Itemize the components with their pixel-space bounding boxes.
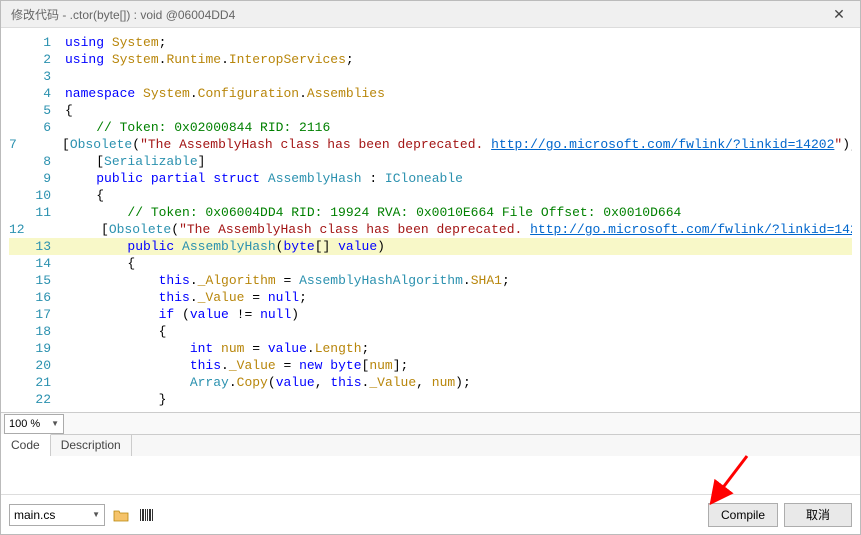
barcode-icon[interactable] [137,505,157,525]
line-number: 19 [9,340,65,357]
code-line[interactable]: 4namespace System.Configuration.Assembli… [9,85,852,102]
line-content: this._Algorithm = AssemblyHashAlgorithm.… [65,272,852,289]
line-number: 18 [9,323,65,340]
zoom-combo[interactable]: 100 % ▼ [4,414,64,434]
line-number: 6 [9,119,65,136]
code-line[interactable]: 9 public partial struct AssemblyHash : I… [9,170,852,187]
line-content: [Obsolete("The AssemblyHash class has be… [31,136,852,153]
code-line[interactable]: 11 // Token: 0x06004DD4 RID: 19924 RVA: … [9,204,852,221]
line-number: 9 [9,170,65,187]
line-number: 11 [9,204,65,221]
code-line[interactable]: 1using System; [9,34,852,51]
line-content [65,68,852,85]
line-number: 15 [9,272,65,289]
code-line[interactable]: 17 if (value != null) [9,306,852,323]
code-line[interactable]: 21 Array.Copy(value, this._Value, num); [9,374,852,391]
code-line[interactable]: 3 [9,68,852,85]
line-content: { [65,102,852,119]
line-number: 5 [9,102,65,119]
line-number: 17 [9,306,65,323]
line-content: { [65,187,852,204]
line-content: this._Value = null; [65,289,852,306]
line-content: this._Value = new byte[num]; [65,357,852,374]
close-icon[interactable]: ✕ [824,6,854,23]
line-number: 16 [9,289,65,306]
line-number: 22 [9,391,65,406]
line-number: 14 [9,255,65,272]
chevron-down-icon: ▼ [92,510,100,519]
zoom-row: 100 % ▼ [1,412,860,434]
code-line[interactable]: 12 [Obsolete("The AssemblyHash class has… [9,221,852,238]
line-number: 10 [9,187,65,204]
line-content: Array.Copy(value, this._Value, num); [65,374,852,391]
line-content: } [65,391,852,406]
line-content: [Serializable] [65,153,852,170]
chevron-down-icon: ▼ [51,419,59,428]
code-line[interactable]: 22 } [9,391,852,406]
line-content: // Token: 0x06004DD4 RID: 19924 RVA: 0x0… [65,204,852,221]
code-line[interactable]: 7 [Obsolete("The AssemblyHash class has … [9,136,852,153]
open-folder-icon[interactable] [111,505,131,525]
editor-area: 1using System;2using System.Runtime.Inte… [1,28,860,412]
code-line[interactable]: 5{ [9,102,852,119]
line-number: 1 [9,34,65,51]
code-line[interactable]: 6 // Token: 0x02000844 RID: 2116 [9,119,852,136]
line-number: 12 [9,221,39,238]
code-line[interactable]: 14 { [9,255,852,272]
spacer-area [1,456,860,494]
line-content: if (value != null) [65,306,852,323]
bottom-bar: main.cs ▼ Compile 取消 [1,494,860,534]
title-bar: 修改代码 - .ctor(byte[]) : void @06004DD4 ✕ [1,1,860,28]
code-line[interactable]: 13 public AssemblyHash(byte[] value) [9,238,852,255]
file-combo[interactable]: main.cs ▼ [9,504,105,526]
line-content: // Token: 0x02000844 RID: 2116 [65,119,852,136]
line-number: 4 [9,85,65,102]
code-line[interactable]: 8 [Serializable] [9,153,852,170]
line-content: using System; [65,34,852,51]
line-content: { [65,255,852,272]
window-title: 修改代码 - .ctor(byte[]) : void @06004DD4 [11,6,824,23]
line-number: 13 [9,238,65,255]
line-content: int num = value.Length; [65,340,852,357]
code-line[interactable]: 2using System.Runtime.InteropServices; [9,51,852,68]
line-number: 20 [9,357,65,374]
tabs-row: Code Description [1,434,860,456]
line-content: namespace System.Configuration.Assemblie… [65,85,852,102]
code-line[interactable]: 16 this._Value = null; [9,289,852,306]
dialog-window: 修改代码 - .ctor(byte[]) : void @06004DD4 ✕ … [0,0,861,535]
file-name: main.cs [14,508,55,522]
line-content: public partial struct AssemblyHash : ICl… [65,170,852,187]
code-line[interactable]: 19 int num = value.Length; [9,340,852,357]
line-content: [Obsolete("The AssemblyHash class has be… [39,221,852,238]
line-content: { [65,323,852,340]
line-number: 2 [9,51,65,68]
line-number: 7 [9,136,31,153]
zoom-value: 100 % [9,418,40,430]
line-number: 3 [9,68,65,85]
code-line[interactable]: 20 this._Value = new byte[num]; [9,357,852,374]
line-content: using System.Runtime.InteropServices; [65,51,852,68]
code-line[interactable]: 10 { [9,187,852,204]
code-line[interactable]: 15 this._Algorithm = AssemblyHashAlgorit… [9,272,852,289]
code-editor[interactable]: 1using System;2using System.Runtime.Inte… [9,34,852,406]
line-number: 8 [9,153,65,170]
line-content: public AssemblyHash(byte[] value) [65,238,852,255]
cancel-button[interactable]: 取消 [784,503,852,527]
code-line[interactable]: 18 { [9,323,852,340]
line-number: 21 [9,374,65,391]
compile-button[interactable]: Compile [708,503,778,527]
tab-description[interactable]: Description [51,435,132,456]
tab-code[interactable]: Code [1,434,51,456]
